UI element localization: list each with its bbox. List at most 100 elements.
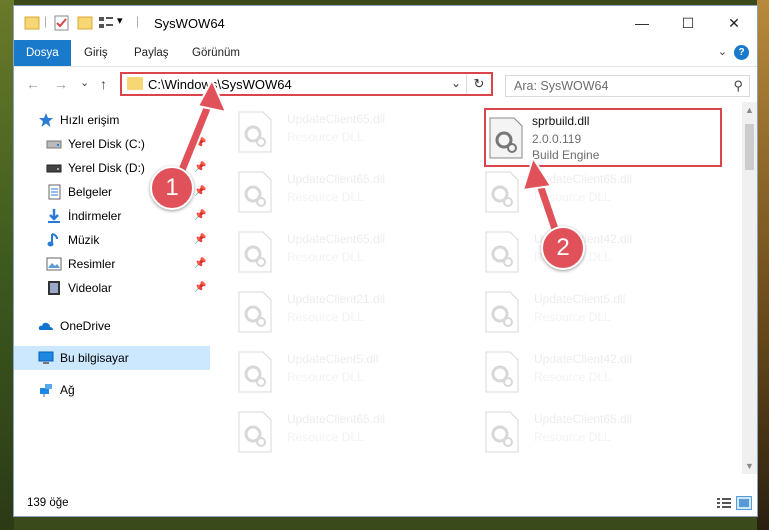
pin-icon[interactable]: 📌 xyxy=(194,204,206,228)
desktop-background-left xyxy=(0,0,14,530)
tab-dosya[interactable]: Dosya xyxy=(14,40,71,66)
recent-locations-icon[interactable]: ⌄ xyxy=(80,76,89,89)
file-type: Resource DLL xyxy=(287,130,364,144)
dll-file-icon xyxy=(485,411,519,453)
selected-file-sprbuild[interactable]: sprbuild.dll 2.0.0.119 Build Engine xyxy=(484,108,722,167)
pin-icon[interactable]: 📌 xyxy=(194,228,206,252)
tab-gorunum[interactable]: Görünüm xyxy=(192,40,240,66)
list-item[interactable]: UpdateClient21.dll Resource DLL xyxy=(229,284,459,342)
expand-ribbon-icon[interactable]: ⌄ xyxy=(718,45,727,58)
sidebar-item-disk-c[interactable]: Yerel Disk (C:) 📌 xyxy=(14,132,210,156)
pin-icon[interactable]: 📌 xyxy=(194,156,206,180)
dll-file-icon xyxy=(485,351,519,393)
pictures-icon xyxy=(46,257,62,271)
vertical-scrollbar[interactable]: ▲ ▼ xyxy=(742,102,757,474)
sidebar-item-label: İndirmeler xyxy=(68,209,122,223)
properties-icon[interactable] xyxy=(54,14,70,32)
title-bar: | ▾ | SysWOW64 — ☐ ✕ xyxy=(14,6,757,40)
tab-giris[interactable]: Giriş xyxy=(84,40,108,66)
dll-file-icon xyxy=(489,117,523,159)
documents-icon xyxy=(48,184,61,200)
file-name: UpdateClient65.dll xyxy=(287,172,386,186)
file-name: UpdateClient42.dll xyxy=(534,352,633,366)
file-version: 2.0.0.119 xyxy=(532,132,582,146)
separator: | xyxy=(136,14,140,28)
maximize-button[interactable]: ☐ xyxy=(665,6,711,40)
file-type: Resource DLL xyxy=(287,430,364,444)
list-item[interactable]: UpdateClient65.dll Resource DLL xyxy=(229,224,459,282)
computer-icon xyxy=(38,351,54,364)
dll-file-icon xyxy=(485,231,519,273)
sidebar-item-pictures[interactable]: Resimler 📌 xyxy=(14,252,210,276)
drive-icon xyxy=(46,164,62,173)
sidebar-item-label: Yerel Disk (C:) xyxy=(68,137,145,151)
minimize-button[interactable]: — xyxy=(619,6,665,40)
scroll-thumb[interactable] xyxy=(745,124,754,170)
dll-file-icon xyxy=(238,411,272,453)
quick-access-dropdown-icon[interactable]: ▾ xyxy=(117,14,123,32)
pin-icon[interactable]: 📌 xyxy=(194,180,206,204)
list-item[interactable]: UpdateClient5.dll Resource DLL xyxy=(476,284,706,342)
list-item[interactable]: UpdateClient5.dll Resource DLL xyxy=(229,344,459,402)
file-type: Resource DLL xyxy=(287,250,364,264)
star-icon xyxy=(39,113,53,127)
tab-paylas[interactable]: Paylaş xyxy=(134,40,169,66)
up-button[interactable]: ↑ xyxy=(100,76,107,92)
dll-file-icon xyxy=(238,171,272,213)
help-icon[interactable]: ? xyxy=(734,45,749,60)
sidebar-item-videos[interactable]: Videolar 📌 xyxy=(14,276,210,300)
sidebar-item-network[interactable]: Ağ xyxy=(14,378,210,402)
list-item[interactable]: UpdateClient65.dll Resource DLL xyxy=(229,404,459,462)
dll-file-icon xyxy=(238,351,272,393)
refresh-button[interactable]: ↻ xyxy=(466,74,491,94)
back-button[interactable]: ← xyxy=(26,76,40,92)
search-input[interactable]: Ara: SysWOW64 ⚲ xyxy=(505,75,750,97)
file-type: Resource DLL xyxy=(287,370,364,384)
large-icons-view-icon[interactable] xyxy=(736,496,752,510)
sidebar-item-music[interactable]: Müzik 📌 xyxy=(14,228,210,252)
sidebar-item-label: Hızlı erişim xyxy=(60,113,120,127)
pin-icon[interactable]: 📌 xyxy=(194,132,206,156)
close-button[interactable]: ✕ xyxy=(711,6,757,40)
pin-icon[interactable]: 📌 xyxy=(194,252,206,276)
view-options-icon[interactable] xyxy=(98,14,114,32)
step-2-badge: 2 xyxy=(541,226,585,270)
search-icon: ⚲ xyxy=(733,78,743,93)
new-folder-icon[interactable] xyxy=(77,14,93,32)
list-item[interactable]: UpdateClient42.dll Resource DLL xyxy=(476,344,706,402)
address-path: C:\Windows\SysWOW64 xyxy=(148,77,292,92)
details-view-icon[interactable] xyxy=(716,496,732,510)
dll-file-icon xyxy=(485,171,519,213)
forward-button[interactable]: → xyxy=(54,76,68,92)
item-count: 139 öğe xyxy=(27,497,69,509)
file-name: UpdateClient65.dll xyxy=(534,412,633,426)
file-type: Resource DLL xyxy=(534,190,611,204)
dll-file-icon xyxy=(238,231,272,273)
cloud-icon xyxy=(38,322,53,330)
file-name: UpdateClient65.dll xyxy=(287,112,386,126)
separator: | xyxy=(44,14,48,28)
list-item[interactable]: UpdateClient65.dll Resource DLL xyxy=(229,104,459,162)
list-item[interactable]: UpdateClient65.dll Resource DLL xyxy=(476,164,706,222)
sidebar-item-onedrive[interactable]: OneDrive xyxy=(14,314,210,338)
status-bar: 139 öğe xyxy=(14,492,757,516)
dll-file-icon xyxy=(238,291,272,333)
pin-icon[interactable]: 📌 xyxy=(194,276,206,300)
window-title: SysWOW64 xyxy=(154,16,225,31)
scroll-down-icon[interactable]: ▼ xyxy=(742,458,757,474)
scroll-up-icon[interactable]: ▲ xyxy=(742,102,757,118)
sidebar-item-this-pc[interactable]: Bu bilgisayar xyxy=(14,346,210,370)
address-bar[interactable]: C:\Windows\SysWOW64 ⌄ ↻ xyxy=(120,72,493,96)
list-item[interactable]: UpdateClient65.dll Resource DLL xyxy=(476,404,706,462)
file-list: UpdateClient65.dll Resource DLL UpdateCl… xyxy=(219,102,744,474)
list-item[interactable]: UpdateClient42.dll Resource DLL xyxy=(476,224,706,282)
list-item[interactable]: UpdateClient65.dll Resource DLL xyxy=(229,164,459,222)
sidebar-item-quick-access[interactable]: Hızlı erişim xyxy=(14,108,210,132)
file-name: UpdateClient5.dll xyxy=(287,352,379,366)
dll-file-icon xyxy=(238,111,272,153)
sidebar-item-label: Yerel Disk (D:) xyxy=(68,161,145,175)
sidebar-item-label: OneDrive xyxy=(60,319,111,333)
file-name: UpdateClient21.dll xyxy=(287,292,386,306)
address-dropdown-icon[interactable]: ⌄ xyxy=(451,76,461,90)
file-name: UpdateClient65.dll xyxy=(287,412,386,426)
